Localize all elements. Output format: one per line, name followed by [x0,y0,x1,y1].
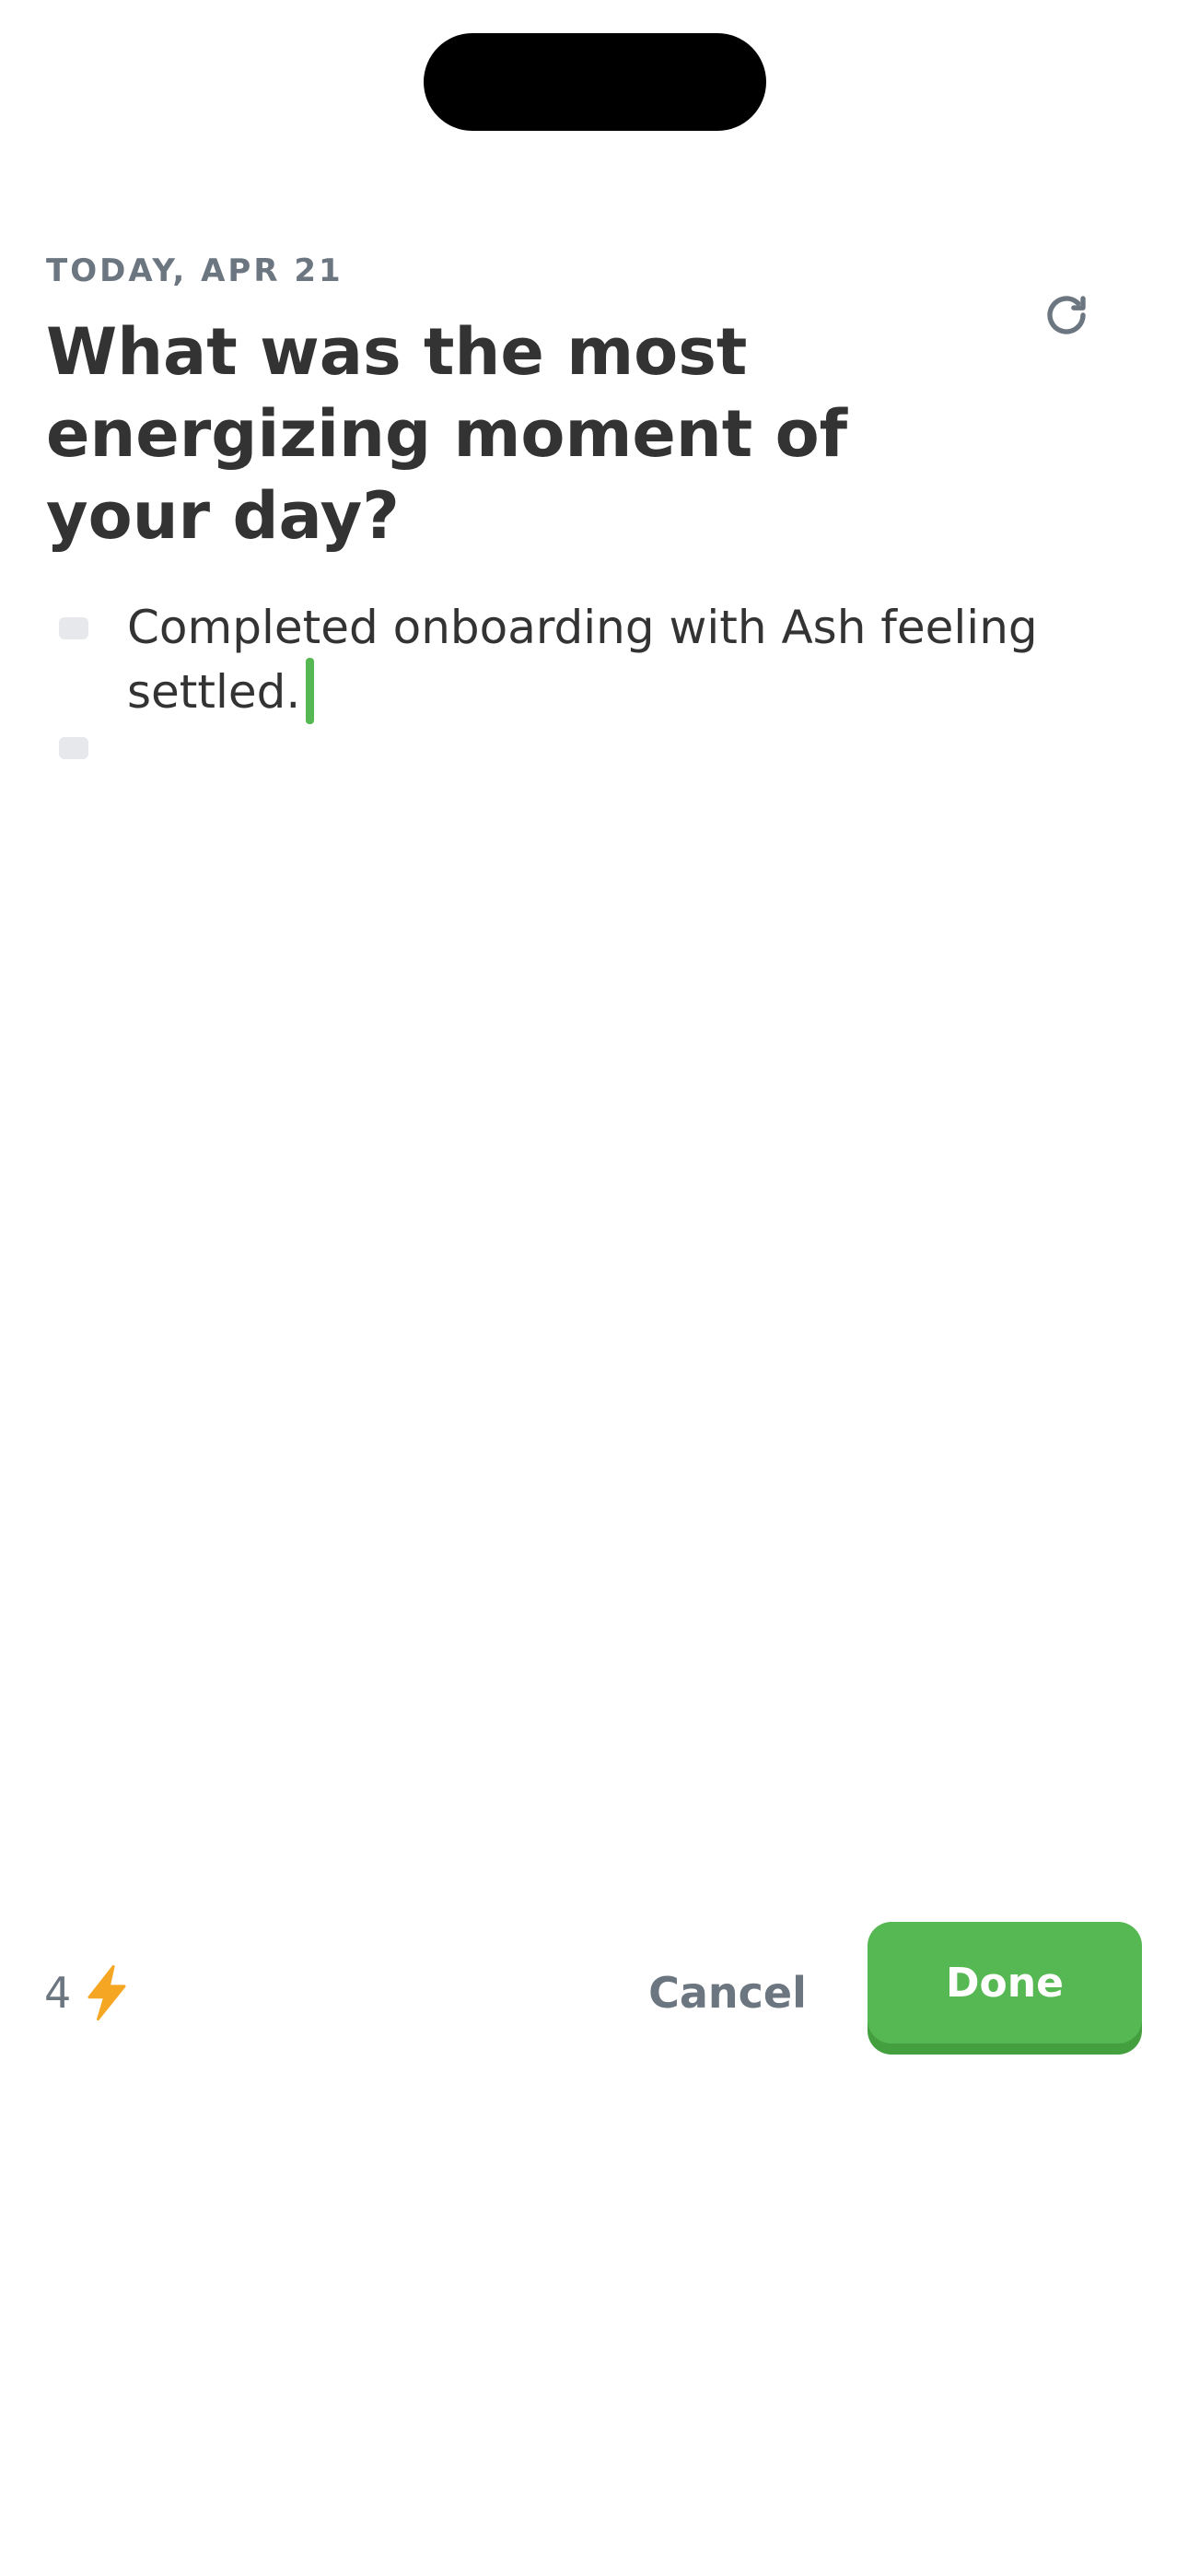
cancel-button[interactable]: Cancel [635,1961,820,2025]
date-label: TODAY, APR 21 [46,252,344,289]
energy-count: 4 [44,1964,130,2021]
footer-bar: 4 Cancel Done [0,1922,1188,2056]
page-title: What was the most energizing moment of y… [46,314,848,554]
empty-entry-field[interactable] [127,717,1085,778]
bullet-icon [59,617,88,639]
entry-text: Completed onboarding with Ash feeling se… [127,601,1038,719]
done-button[interactable]: Done [868,1922,1142,2043]
dynamic-island [424,33,766,131]
bullet-icon [59,737,88,759]
energy-count-value: 4 [44,1968,72,2018]
refresh-button[interactable] [1039,287,1094,343]
entry-text-field[interactable]: Completed onboarding with Ash feeling se… [127,597,1085,724]
refresh-icon [1047,296,1086,334]
list-item: Completed onboarding with Ash feeling se… [0,597,1188,724]
text-cursor [306,658,315,724]
lightning-bolt-icon [87,1964,126,2021]
entry-list: Completed onboarding with Ash feeling se… [0,597,1188,781]
list-item [0,717,1188,781]
